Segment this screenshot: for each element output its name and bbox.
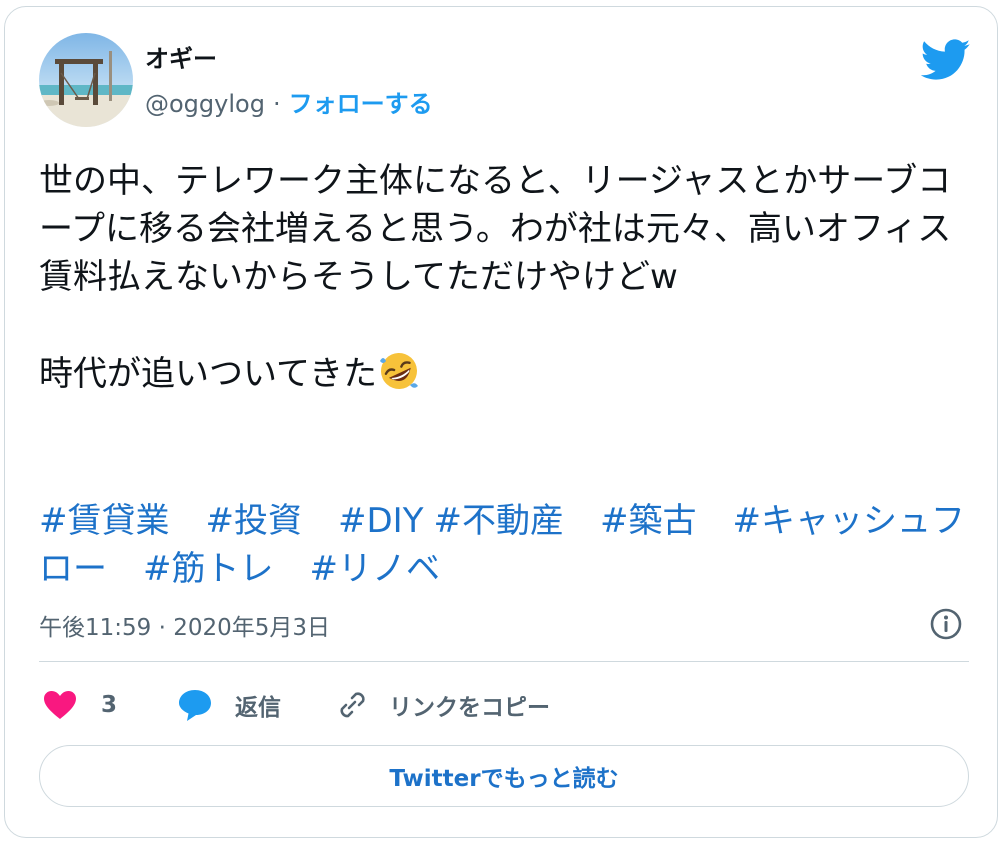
hashtag-link[interactable]: #DIY — [338, 501, 423, 541]
hashtag-link[interactable]: #筋トレ — [143, 549, 274, 589]
copy-link-label: リンクをコピー — [389, 695, 550, 721]
hashtag-list: #賃貸業 #投資 #DIY #不動産 #築古 #キャッシュフロー #筋トレ #リノベ — [39, 497, 969, 593]
hashtag-link[interactable]: #不動産 — [433, 501, 564, 541]
timestamp[interactable]: 午後11:59 · 2020年5月3日 — [39, 613, 330, 643]
speech-bubble-icon — [179, 690, 211, 721]
follow-link[interactable]: フォローする — [289, 90, 433, 118]
avatar[interactable] — [39, 33, 133, 127]
reply-button[interactable]: 返信 — [177, 683, 281, 727]
read-more-button[interactable]: Twitterでもっと読む — [39, 745, 969, 807]
tweet-card: オギー @oggylog · フォローする 世の中、テレワーク主体になると、リージャ… — [4, 6, 998, 838]
handle-row: @oggylog · フォローする — [145, 89, 433, 119]
rolling-laughing-emoji-icon — [377, 349, 421, 393]
hashtag-link[interactable]: #築古 — [600, 501, 697, 541]
like-button[interactable]: 3 — [43, 683, 117, 727]
action-bar: 3 返信 リンクをコピー — [39, 683, 969, 727]
link-icon — [340, 692, 365, 718]
display-name[interactable]: オギー — [145, 45, 217, 73]
copy-link-button[interactable]: リンクをコピー — [335, 683, 550, 727]
divider — [39, 661, 969, 662]
tweet-text: 世の中、テレワーク主体になると、リージャスとかサーブコープに移る会社増えると思う… — [39, 157, 969, 398]
info-icon[interactable] — [929, 607, 963, 641]
heart-icon — [44, 691, 76, 719]
separator-dot: · — [272, 90, 281, 118]
reply-label: 返信 — [235, 695, 281, 721]
twitter-bird-icon[interactable] — [920, 39, 971, 81]
hashtag-link[interactable]: #賃貸業 — [39, 501, 170, 541]
handle[interactable]: @oggylog — [145, 90, 265, 118]
tweet-body: 世の中、テレワーク主体になると、リージャスとかサーブコープに移る会社増えると思う… — [39, 161, 952, 394]
like-count: 3 — [101, 692, 118, 718]
hashtag-link[interactable]: #投資 — [206, 501, 303, 541]
hashtag-link[interactable]: #リノベ — [310, 549, 441, 589]
